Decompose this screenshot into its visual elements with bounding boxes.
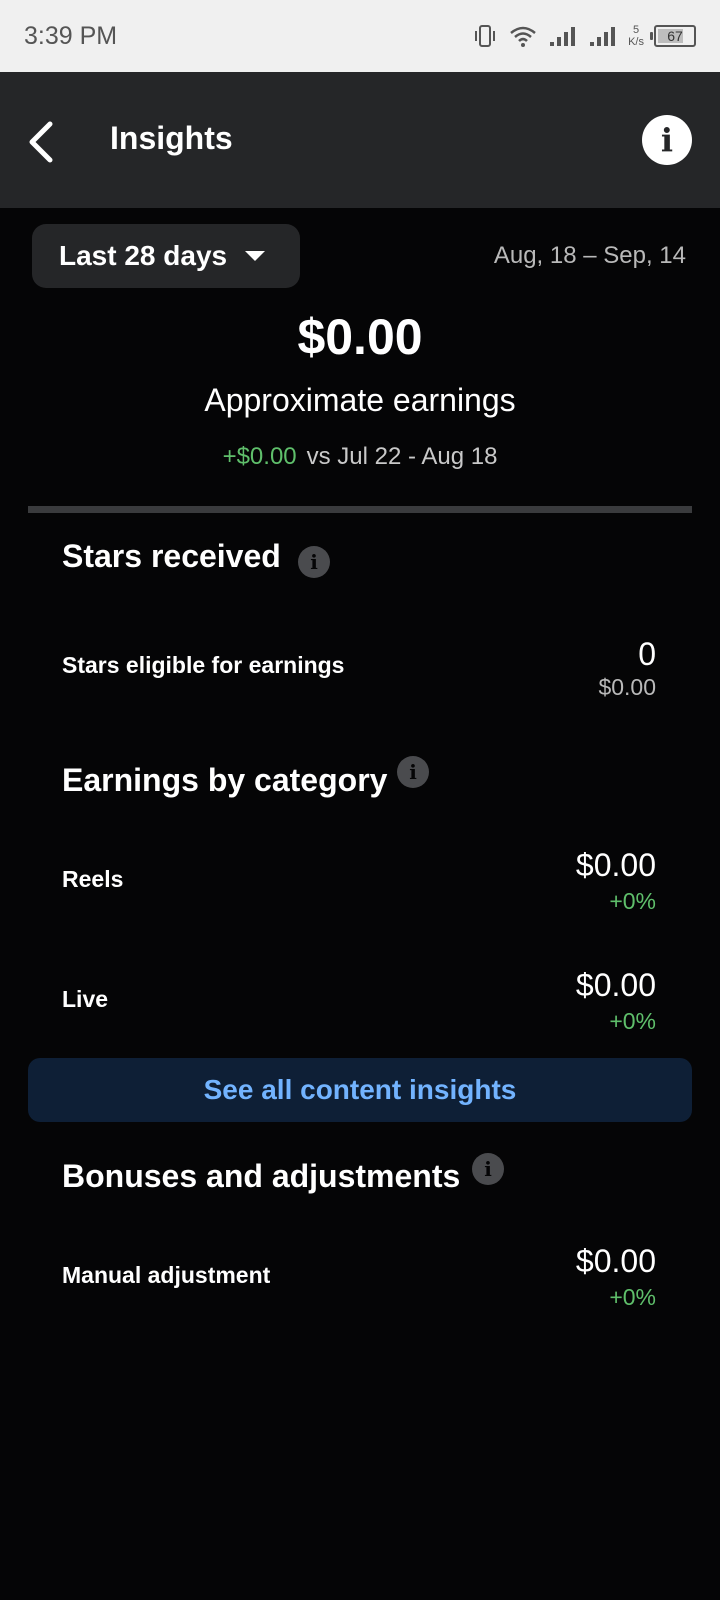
date-range-text: Aug, 18 – Sep, 14 — [493, 242, 686, 269]
stars-eligible-label: Stars eligible for earnings — [62, 652, 345, 678]
status-icons: 5 K/s 67 — [472, 20, 696, 52]
category-label: Live — [62, 986, 109, 1012]
manual-adjustment-value: $0.00 — [575, 1243, 656, 1279]
net-speed: 5 K/s — [628, 24, 644, 48]
category-value: $0.00 — [575, 847, 656, 883]
total-earnings-label: Approximate earnings — [204, 382, 516, 418]
category-change: +0% — [609, 888, 656, 914]
page-title: Insights — [110, 120, 233, 156]
wifi-icon — [510, 26, 536, 47]
date-range-label: Last 28 days — [59, 240, 228, 271]
category-section-title: Earnings by category — [62, 762, 388, 798]
stars-eligible-amount: $0.00 — [598, 674, 656, 700]
earnings-comparison: +$0.00 vs Jul 22 - Aug 18 — [0, 443, 720, 471]
stars-section-title: Stars received — [62, 538, 281, 574]
battery-icon: 67 — [650, 25, 696, 47]
net-speed-value: 5 — [632, 24, 640, 36]
battery-level: 67 — [667, 28, 683, 44]
stars-info-icon[interactable]: i — [298, 546, 330, 578]
bonuses-section-title: Bonuses and adjustments — [62, 1158, 461, 1194]
earnings-change: +$0.00 — [222, 443, 297, 470]
manual-adjustment-label: Manual adjustment — [62, 1262, 271, 1288]
signal-icon — [550, 27, 576, 46]
category-change: +0% — [609, 1008, 656, 1034]
date-range-dropdown[interactable]: Last 28 days — [32, 224, 300, 288]
see-all-content-insights-button[interactable]: See all content insights — [28, 1058, 692, 1122]
chevron-left-icon — [29, 121, 53, 163]
total-earnings: $0.00 — [297, 309, 423, 365]
info-icon: i — [660, 121, 674, 159]
bonuses-info-icon[interactable]: i — [472, 1153, 504, 1185]
category-info-icon[interactable]: i — [397, 756, 429, 788]
section-divider — [28, 506, 692, 513]
stars-eligible-count: 0 — [638, 636, 656, 672]
vibrate-icon — [475, 25, 496, 47]
category-label: Reels — [62, 866, 124, 892]
back-button[interactable] — [24, 112, 64, 172]
manual-adjustment-change: +0% — [609, 1284, 656, 1310]
net-speed-unit: K/s — [628, 36, 644, 48]
category-value: $0.00 — [575, 967, 656, 1003]
info-button[interactable]: i — [642, 115, 692, 165]
app-header: Insights i — [0, 72, 720, 208]
comparison-period: vs Jul 22 - Aug 18 — [306, 443, 498, 470]
status-bar: 3:39 PM 5 K/s 67 — [0, 0, 720, 72]
status-time: 3:39 PM — [24, 22, 118, 50]
caret-down-icon — [245, 251, 266, 261]
signal-icon-2 — [590, 27, 616, 46]
